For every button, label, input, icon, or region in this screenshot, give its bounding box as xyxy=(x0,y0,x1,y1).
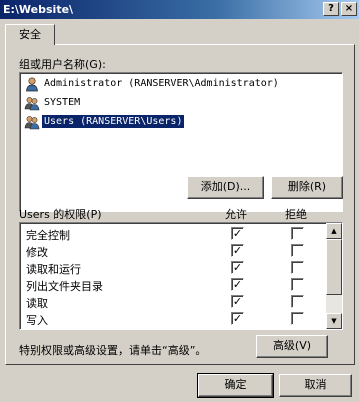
permissions-list[interactable]: 完全控制 ✓ 修改 ✓ 读取和运行 ✓ 列出文件夹目录 ✓ 读取 ✓ 写入 ✓ xyxy=(19,222,343,330)
principals-label: 组或用户名称(G): xyxy=(19,58,106,71)
principal-users[interactable]: Users (RANSERVER\Users) xyxy=(24,113,332,130)
user-icon xyxy=(26,76,38,91)
allow-checkbox[interactable]: ✓ xyxy=(231,278,244,291)
deny-checkbox[interactable] xyxy=(291,261,304,274)
permission-name: 修改 xyxy=(26,246,48,259)
principal-name: SYSTEM xyxy=(44,97,81,108)
add-button[interactable]: 添加(D)... xyxy=(187,176,264,199)
allow-checkbox[interactable]: ✓ xyxy=(231,261,244,274)
permission-row: 列出文件夹目录 ✓ xyxy=(20,276,318,293)
deny-checkbox[interactable] xyxy=(291,227,304,240)
permission-row: 修改 ✓ xyxy=(20,242,318,259)
window-title: E:\Website\ xyxy=(3,3,74,16)
permission-row: 读取和运行 ✓ xyxy=(20,259,318,276)
permission-row: 完全控制 ✓ xyxy=(20,225,318,242)
allow-column-header: 允许 xyxy=(225,208,247,221)
permission-row: 写入 ✓ xyxy=(20,310,318,327)
permission-name: 读取和运行 xyxy=(26,263,81,276)
tab-security[interactable]: 安全 xyxy=(5,24,55,45)
principal-administrator[interactable]: Administrator (RANSERVER\Administrator) xyxy=(24,75,332,92)
principal-name: Administrator (RANSERVER\Administrator) xyxy=(44,78,279,89)
users-group-icon xyxy=(24,96,40,110)
scroll-thumb[interactable] xyxy=(326,239,342,295)
close-button[interactable]: × xyxy=(341,2,357,16)
deny-checkbox[interactable] xyxy=(291,244,304,257)
allow-checkbox[interactable]: ✓ xyxy=(231,295,244,308)
allow-checkbox[interactable]: ✓ xyxy=(231,312,244,325)
deny-checkbox[interactable] xyxy=(291,295,304,308)
permissions-label: Users 的权限(P) xyxy=(19,208,102,221)
permission-name: 列出文件夹目录 xyxy=(26,280,103,293)
advanced-button[interactable]: 高级(V) xyxy=(256,335,328,358)
cancel-button[interactable]: 取消 xyxy=(279,374,352,397)
title-bar: E:\Website\ ? × xyxy=(0,0,359,19)
scroll-up-icon[interactable]: ▲ xyxy=(326,223,342,239)
users-group-icon xyxy=(24,115,40,129)
permissions-scrollbar[interactable]: ▲ ▼ xyxy=(326,223,342,329)
principal-name: Users (RANSERVER\Users) xyxy=(42,115,185,128)
permission-name: 写入 xyxy=(26,314,48,327)
principal-system[interactable]: SYSTEM xyxy=(24,94,332,111)
ok-button[interactable]: 确定 xyxy=(197,373,274,398)
permission-name: 完全控制 xyxy=(26,229,70,242)
permission-row: 读取 ✓ xyxy=(20,293,318,310)
deny-column-header: 拒绝 xyxy=(285,208,307,221)
permission-name: 读取 xyxy=(26,297,48,310)
advanced-hint: 特别权限或高级设置，请单击“高级”。 xyxy=(19,344,207,357)
allow-checkbox[interactable]: ✓ xyxy=(231,244,244,257)
deny-checkbox[interactable] xyxy=(291,312,304,325)
allow-checkbox[interactable]: ✓ xyxy=(231,227,244,240)
scroll-down-icon[interactable]: ▼ xyxy=(326,313,342,329)
remove-button[interactable]: 删除(R) xyxy=(271,176,343,199)
help-button[interactable]: ? xyxy=(323,2,339,16)
security-tab-panel: 组或用户名称(G): Administrator (RANSERVER\Admi… xyxy=(5,44,355,365)
deny-checkbox[interactable] xyxy=(291,278,304,291)
